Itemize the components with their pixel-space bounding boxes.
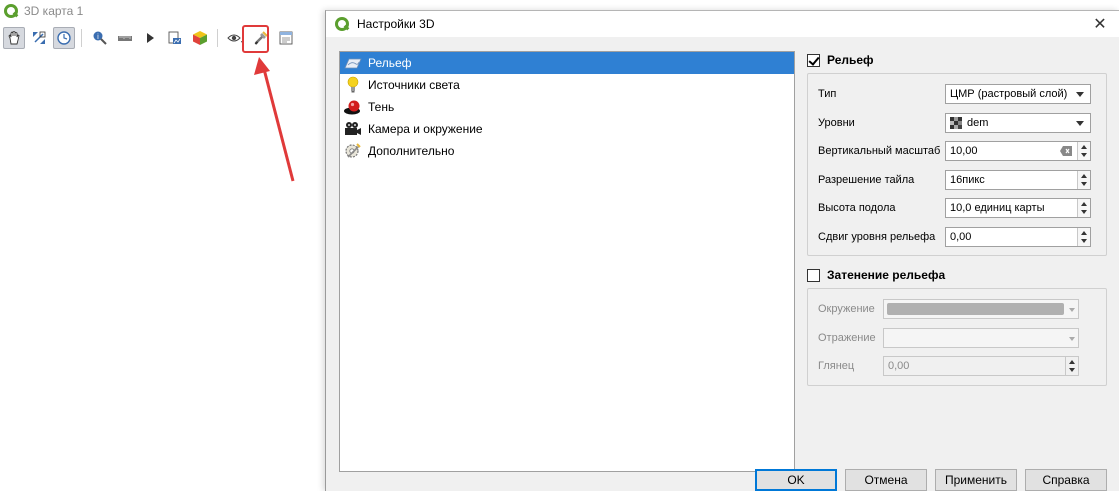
specular-row: Отражение xyxy=(808,324,1106,353)
terrain-offset-label: Сдвиг уровня рельефа xyxy=(818,230,936,243)
vertical-scale-row: Вертикальный масштаб 10,00 xyxy=(808,137,1106,166)
identify-icon[interactable]: i xyxy=(89,27,111,49)
terrain-group-header: Рельеф xyxy=(807,51,1107,69)
nav-item-label: Дополнительно xyxy=(368,144,455,158)
map-window-title: 3D карта 1 xyxy=(24,4,84,18)
skirt-height-value: 10,0 единиц карты xyxy=(950,202,1045,215)
help-button[interactable]: Справка xyxy=(1025,469,1107,491)
spin-arrows[interactable] xyxy=(1077,199,1090,218)
skirt-height-label: Высота подола xyxy=(818,202,896,215)
terrain-type-value: ЦМР (растровый слой) xyxy=(950,88,1068,101)
light-bulb-icon xyxy=(344,76,362,94)
export-image-icon[interactable] xyxy=(164,27,186,49)
toolbar-separator xyxy=(217,29,218,47)
shininess-row: Глянец 0,00 xyxy=(808,352,1106,381)
dialog-title: Настройки 3D xyxy=(357,17,435,31)
tile-resolution-value: 16пикс xyxy=(950,173,985,186)
pan-hand-icon[interactable] xyxy=(3,27,25,49)
specular-color-swatch xyxy=(887,332,1064,344)
ambient-row: Окружение xyxy=(808,295,1106,324)
close-icon[interactable]: ✕ xyxy=(1091,15,1109,33)
terrain-offset-value: 0,00 xyxy=(950,230,972,243)
terrain-levels-label: Уровни xyxy=(818,116,855,129)
ambient-label: Окружение xyxy=(818,303,875,316)
terrain-icon xyxy=(344,54,362,72)
vertical-scale-label: Вертикальный масштаб xyxy=(818,145,941,158)
settings-3d-dialog: Настройки 3D ✕ Рельеф Источники света Те… xyxy=(325,10,1119,491)
shininess-spinbox[interactable]: 0,00 xyxy=(883,356,1079,377)
map-window-titlebar: 3D карта 1 xyxy=(0,0,330,22)
raster-layer-icon xyxy=(950,116,962,129)
skirt-height-row: Высота подола 10,0 единиц карты xyxy=(808,194,1106,223)
specular-label: Отражение xyxy=(818,331,876,344)
cancel-button[interactable]: Отмена xyxy=(845,469,927,491)
nav-item-label: Камера и окружение xyxy=(368,122,483,136)
tile-resolution-row: Разрешение тайла 16пикс xyxy=(808,166,1106,195)
qgis-logo-icon xyxy=(335,17,349,31)
red-arrow-annotation xyxy=(254,57,295,182)
terrain-checkbox[interactable] xyxy=(807,53,820,67)
vertical-scale-spinbox[interactable]: 10,00 xyxy=(945,141,1091,162)
dialog-titlebar: Настройки 3D ✕ xyxy=(326,11,1119,37)
spin-arrows[interactable] xyxy=(1077,227,1090,246)
terrain-type-label: Тип xyxy=(818,88,837,101)
layout-icon[interactable] xyxy=(275,27,297,49)
camera-icon xyxy=(344,120,362,138)
terrain-group-title: Рельеф xyxy=(827,53,874,67)
ambient-color-swatch xyxy=(887,303,1064,316)
zoom-full-icon[interactable] xyxy=(28,27,50,49)
nav-item-label: Рельеф xyxy=(368,56,412,70)
nav-item-advanced[interactable]: Дополнительно xyxy=(340,140,794,162)
nav-item-terrain[interactable]: Рельеф xyxy=(340,52,794,74)
vertical-scale-value: 10,00 xyxy=(950,145,978,158)
play-icon[interactable] xyxy=(139,27,161,49)
terrain-levels-row: Уровни dem xyxy=(808,109,1106,138)
camera-control-icon[interactable] xyxy=(53,27,75,49)
terrain-type-select[interactable]: ЦМР (растровый слой) xyxy=(945,84,1091,105)
svg-text:i: i xyxy=(97,33,99,41)
tile-resolution-spinbox[interactable]: 16пикс xyxy=(945,169,1091,190)
skirt-height-spinbox[interactable]: 10,0 единиц карты xyxy=(945,198,1091,219)
nav-item-lights[interactable]: Источники света xyxy=(340,74,794,96)
spin-arrows[interactable] xyxy=(1077,170,1090,189)
tile-resolution-label: Разрешение тайла xyxy=(818,173,915,186)
terrain-levels-select[interactable]: dem xyxy=(945,112,1091,133)
terrain-levels-value: dem xyxy=(967,116,989,129)
measure-icon[interactable] xyxy=(114,27,136,49)
terrain-type-row: Тип ЦМР (растровый слой) xyxy=(808,80,1106,109)
toolbar-separator xyxy=(81,29,82,47)
nav-item-label: Тень xyxy=(368,100,395,114)
settings-nav-list: Рельеф Источники света Тень Камера и окр… xyxy=(339,51,795,472)
advanced-settings-icon xyxy=(344,142,362,160)
terrain-offset-spinbox[interactable]: 0,00 xyxy=(945,226,1091,247)
map-toolbar: i xyxy=(0,25,325,51)
terrain-group: Тип ЦМР (растровый слой) Уровни dem Верт… xyxy=(807,73,1107,256)
shadow-sphere-icon xyxy=(344,98,362,116)
apply-button[interactable]: Применить xyxy=(935,469,1017,491)
spin-arrows[interactable] xyxy=(1065,357,1078,376)
ambient-color-button[interactable] xyxy=(883,299,1079,320)
specular-color-button[interactable] xyxy=(883,327,1079,348)
shading-group-header: Затенение рельефа xyxy=(807,266,1107,284)
shading-group-title: Затенение рельефа xyxy=(827,268,946,282)
ok-button[interactable]: OK xyxy=(755,469,837,491)
spin-arrows[interactable] xyxy=(1077,142,1090,161)
nav-item-camera[interactable]: Камера и окружение xyxy=(340,118,794,140)
dialog-button-row: OK Отмена Применить Справка xyxy=(755,469,1107,491)
nav-item-shadow[interactable]: Тень xyxy=(340,96,794,118)
qgis-logo-icon xyxy=(4,4,18,18)
shininess-value: 0,00 xyxy=(888,360,910,373)
shading-checkbox[interactable] xyxy=(807,268,820,282)
export-3d-icon[interactable] xyxy=(189,27,211,49)
shading-group: Окружение Отражение Глянец 0,00 xyxy=(807,288,1107,386)
settings-panel: Рельеф Тип ЦМР (растровый слой) Уровни d… xyxy=(807,51,1107,386)
wrench-highlight-box xyxy=(242,25,269,53)
shininess-label: Глянец xyxy=(818,360,855,373)
nav-item-label: Источники света xyxy=(368,78,460,92)
clear-icon[interactable] xyxy=(1060,146,1072,157)
terrain-offset-row: Сдвиг уровня рельефа 0,00 xyxy=(808,223,1106,252)
